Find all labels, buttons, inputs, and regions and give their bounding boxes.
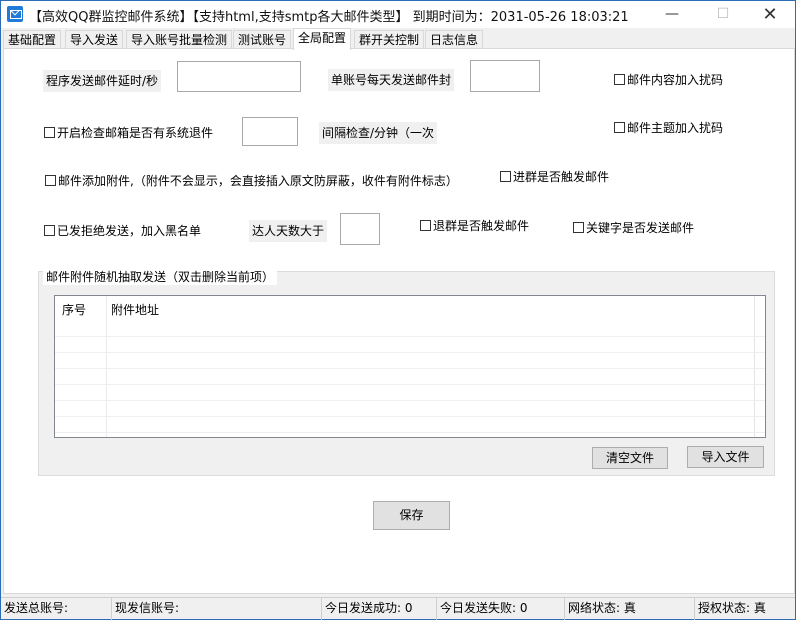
maximize-icon[interactable]: ☐	[700, 1, 746, 28]
content-noise-label: 邮件内容加入扰码	[627, 73, 724, 87]
blacklist-checkbox[interactable]: 已发拒绝发送，加入黑名单	[44, 224, 201, 238]
window-title: 【高效QQ群监控邮件系统】【支持html,支持smtp各大邮件类型】 到期时间为…	[29, 10, 629, 25]
leave-trigger-label: 退群是否触发邮件	[433, 219, 530, 233]
check-bounce-label: 开启检查邮箱是否有系统退件	[57, 126, 214, 140]
attach-label: 邮件添加附件,（附件不会显示，会直接插入原文防屏蔽，收件有附件标志）	[58, 174, 458, 188]
clear-files-button[interactable]: 清空文件	[592, 447, 668, 469]
import-files-button[interactable]: 导入文件	[687, 446, 764, 468]
keyword-label: 关键字是否发送邮件	[586, 221, 695, 235]
grid-line	[55, 384, 765, 385]
tab-test-account[interactable]: 测试账号	[233, 30, 292, 49]
attachment-list[interactable]: 序号 附件地址	[54, 295, 766, 438]
checkbox-box[interactable]	[420, 220, 431, 231]
daily-limit-input[interactable]	[470, 60, 540, 92]
app-window: 【高效QQ群监控邮件系统】【支持html,支持smtp各大邮件类型】 到期时间为…	[0, 0, 796, 620]
join-trigger-checkbox[interactable]: 进群是否触发邮件	[500, 170, 609, 184]
tab-batch-check[interactable]: 导入账号批量检测	[126, 30, 233, 49]
status-total-accounts: 发送总账号:	[1, 598, 112, 620]
grid-line	[55, 400, 765, 401]
mail-app-icon	[7, 6, 23, 22]
minimize-icon[interactable]: —	[649, 1, 695, 28]
status-today-success: 今日发送成功: 0	[322, 598, 437, 620]
tab-bar: 基础配置 导入发送 导入账号批量检测 测试账号 全局配置 群开关控制 日志信息	[3, 28, 795, 50]
attachment-groupbox: 邮件附件随机抽取发送（双击删除当前项） 序号 附件地址 清空文件 导入文件	[38, 269, 775, 476]
tab-global-config[interactable]: 全局配置	[293, 28, 352, 50]
global-config-panel: 程序发送邮件延时/秒 单账号每天发送邮件封 邮件内容加入扰码 开启检查邮箱是否有…	[3, 48, 795, 594]
grid-line	[55, 368, 765, 369]
checkbox-box[interactable]	[500, 171, 511, 182]
checkbox-box[interactable]	[614, 74, 625, 85]
checkbox-box[interactable]	[44, 127, 55, 138]
status-current-account: 现发信账号:	[112, 598, 322, 620]
send-delay-input[interactable]	[177, 61, 301, 92]
save-button[interactable]: 保存	[373, 501, 450, 530]
leave-trigger-checkbox[interactable]: 退群是否触发邮件	[420, 219, 529, 233]
interval-label: 间隔检查/分钟（一次	[319, 122, 438, 144]
daily-limit-label: 单账号每天发送邮件封	[328, 69, 455, 91]
attachment-list-header: 序号 附件地址	[55, 296, 765, 320]
attach-checkbox[interactable]: 邮件添加附件,（附件不会显示，会直接插入原文防屏蔽，收件有附件标志）	[45, 174, 458, 188]
tab-basic-config[interactable]: 基础配置	[3, 30, 62, 49]
column-header-path[interactable]: 附件地址	[111, 301, 159, 318]
subject-noise-checkbox[interactable]: 邮件主题加入扰码	[614, 121, 723, 135]
status-license: 授权状态: 真	[698, 601, 766, 615]
subject-noise-label: 邮件主题加入扰码	[627, 121, 724, 135]
blacklist-label: 已发拒绝发送，加入黑名单	[57, 224, 202, 238]
grid-line	[55, 432, 765, 433]
send-delay-label: 程序发送邮件延时/秒	[43, 70, 162, 92]
tab-import-send[interactable]: 导入发送	[65, 30, 124, 49]
checkbox-box[interactable]	[45, 175, 56, 186]
join-trigger-label: 进群是否触发邮件	[513, 170, 610, 184]
checkbox-box[interactable]	[44, 225, 55, 236]
attachment-group-title: 邮件附件随机抽取发送（双击删除当前项）	[43, 269, 278, 285]
checkbox-box[interactable]	[573, 222, 584, 233]
content-noise-checkbox[interactable]: 邮件内容加入扰码	[614, 73, 723, 87]
grid-line	[55, 352, 765, 353]
title-bar[interactable]: 【高效QQ群监控邮件系统】【支持html,支持smtp各大邮件类型】 到期时间为…	[1, 1, 795, 28]
status-bar: 发送总账号: 现发信账号: 今日发送成功: 0 今日发送失败: 0 网络状态: …	[1, 597, 795, 620]
interval-input[interactable]	[242, 117, 298, 146]
keyword-checkbox[interactable]: 关键字是否发送邮件	[573, 221, 694, 235]
grid-line	[55, 416, 765, 417]
column-header-index[interactable]: 序号	[62, 301, 86, 318]
grid-line	[55, 336, 765, 337]
tab-group-switch[interactable]: 群开关控制	[354, 30, 425, 49]
status-today-fail: 今日发送失败: 0	[437, 598, 565, 620]
checkbox-box[interactable]	[614, 122, 625, 133]
close-icon[interactable]: ✕	[747, 1, 793, 28]
tab-log-info[interactable]: 日志信息	[425, 30, 484, 49]
status-network: 网络状态: 真	[565, 598, 695, 620]
check-bounce-checkbox[interactable]: 开启检查邮箱是否有系统退件	[44, 126, 213, 140]
expert-days-label: 达人天数大于	[249, 220, 328, 242]
expert-days-input[interactable]	[340, 213, 380, 245]
